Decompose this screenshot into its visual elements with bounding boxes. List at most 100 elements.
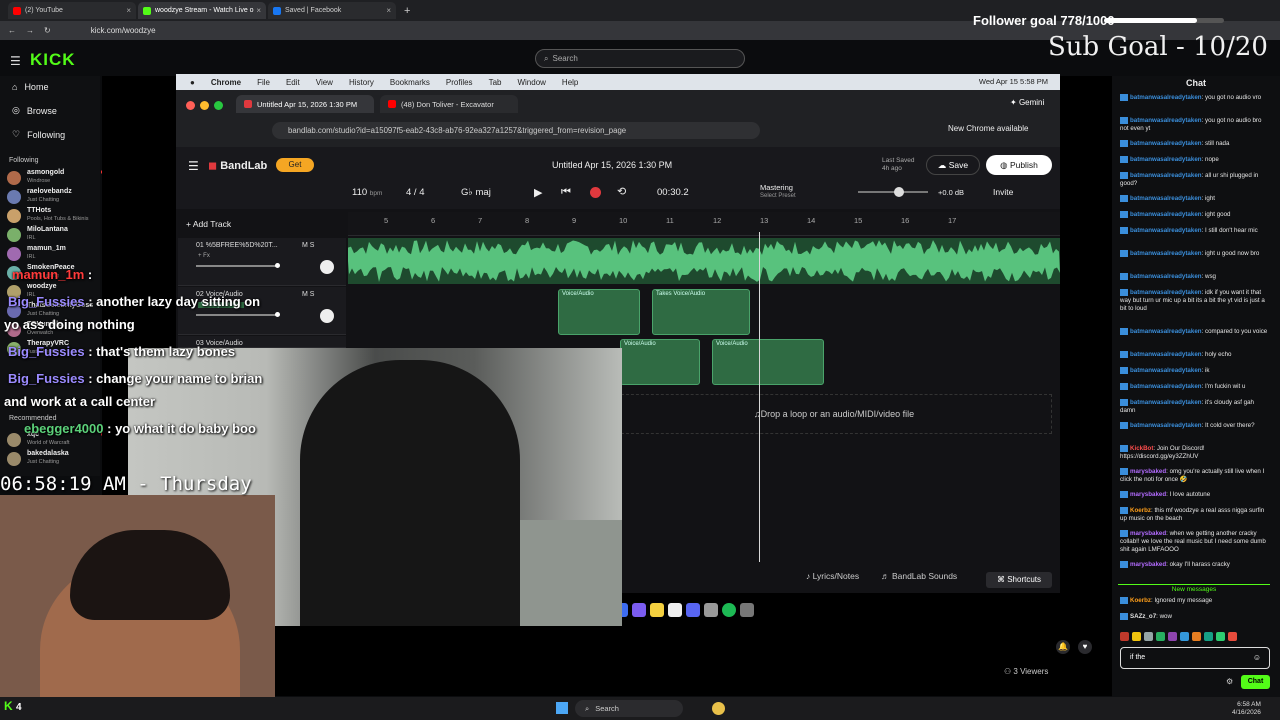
badge-icon: [1120, 250, 1128, 257]
overlay-chat-line: ebegger4000 : yo what it do baby boo: [24, 421, 256, 436]
emote-icon[interactable]: [1132, 632, 1141, 641]
browser-tab-facebook[interactable]: Saved | Facebook ×: [268, 2, 396, 19]
search-input[interactable]: ⌕ Search: [535, 49, 745, 68]
reload-icon[interactable]: ↻: [44, 26, 51, 35]
chat-message: Koerbz: this mf woodzye a real asss nigg…: [1120, 507, 1265, 523]
chat-message: marysbaked: okay I'll harass cracky: [1120, 561, 1270, 569]
chat-message: batmanwasalreadytaken: ight good: [1120, 211, 1270, 219]
badge-icon: [1120, 367, 1128, 374]
play-icon: ▶: [534, 187, 543, 199]
emoji-icon[interactable]: ☺: [1253, 653, 1261, 662]
audio-clip: Voice/Audio: [712, 339, 824, 385]
chrome-taskbar-icon[interactable]: [712, 702, 725, 715]
chat-message: batmanwasalreadytaken: ik: [1120, 367, 1270, 375]
gear-icon[interactable]: ⚙: [1226, 677, 1233, 686]
menu-edit: Edit: [285, 77, 300, 87]
follower-goal: Follower goal 778/1000: [973, 13, 1115, 28]
gain-value: +0.0 dB: [938, 188, 965, 197]
chat-message: batmanwasalreadytaken: wsg: [1120, 273, 1270, 281]
ruler-tick: 5: [384, 216, 389, 225]
avatar: [7, 247, 21, 261]
close-icon[interactable]: ×: [126, 6, 131, 15]
emote-icon[interactable]: [1156, 632, 1165, 641]
bpm-value: 110 bpm: [352, 187, 383, 198]
facebook-icon: [273, 6, 281, 15]
inner-tab-bandlab: Untitled Apr 15, 2026 1:30 PM: [236, 95, 374, 113]
avatar: [7, 228, 21, 242]
chat-input[interactable]: if the ☺: [1120, 647, 1270, 669]
viewer-count: ⚇ 3 Viewers: [1004, 667, 1049, 676]
cloud-icon: ☁: [937, 160, 949, 170]
forward-icon[interactable]: →: [26, 26, 34, 35]
badge-icon: [1120, 289, 1128, 296]
close-icon[interactable]: ×: [386, 6, 391, 15]
skip-back-icon: ⏮: [561, 186, 571, 198]
new-tab-button[interactable]: +: [404, 5, 410, 17]
badge-icon: [1120, 468, 1128, 475]
browser-tab-kick[interactable]: woodzye Stream - Watch Live o ×: [138, 2, 266, 19]
back-icon[interactable]: ←: [8, 26, 16, 35]
badge-icon: [1120, 561, 1128, 568]
drop-zone: ♫ Drop a loop or an audio/MIDI/video fil…: [616, 394, 1052, 434]
avatar: [7, 433, 21, 447]
hamburger-icon[interactable]: ☰: [10, 54, 21, 68]
menu-history: History: [348, 77, 374, 87]
nav-home[interactable]: ⌂ Home: [12, 82, 48, 92]
badge-icon: [1120, 399, 1128, 406]
discord-icon: [686, 603, 700, 617]
taskbar-search[interactable]: ⌕ Search: [575, 700, 683, 717]
emote-icon[interactable]: [1180, 632, 1189, 641]
emote-icon[interactable]: [1120, 632, 1129, 641]
bandlab-bottom-bar: ♪ Lyrics/Notes ♬ BandLab Sounds: [806, 571, 957, 581]
chat-message: marysbaked: I love autotune: [1120, 491, 1270, 499]
badge-icon: [1120, 530, 1128, 537]
url-field[interactable]: kick.com/woodzye: [91, 26, 156, 35]
ruler-tick: 11: [666, 216, 674, 225]
app-icon: [632, 603, 646, 617]
emote-icon[interactable]: [1144, 632, 1153, 641]
add-track-button: + Add Track: [186, 219, 232, 229]
overlay-clock: 06:58:19 AM - Thursday: [0, 473, 252, 495]
chat-message: batmanwasalreadytaken: you got no audio …: [1120, 117, 1262, 133]
settings-icon: [704, 603, 718, 617]
emote-icon[interactable]: [1216, 632, 1225, 641]
menu-help: Help: [561, 77, 579, 87]
ruler-tick: 7: [478, 216, 483, 225]
bandlab-icon: [244, 100, 252, 108]
close-icon[interactable]: ×: [256, 6, 261, 15]
windows-start-icon[interactable]: [556, 702, 568, 714]
kick-logo[interactable]: KICK: [30, 50, 76, 70]
menu-bookmarks: Bookmarks: [389, 77, 430, 87]
nav-following[interactable]: ♡ Following: [12, 129, 65, 140]
badge-icon: [1120, 383, 1128, 390]
compass-icon: ◎: [12, 105, 20, 115]
chat-message: batmanwasalreadytaken: compared to you v…: [1120, 328, 1270, 336]
lyrics-notes-button: ♪ Lyrics/Notes: [806, 571, 860, 581]
command-icon: ⌘: [996, 575, 1008, 584]
chat-message: marysbaked: omg you're actually still li…: [1120, 468, 1265, 484]
kick-icon: [143, 6, 151, 15]
badge-icon: [1120, 156, 1128, 163]
waveform-graphic: [348, 240, 1060, 282]
nav-browse[interactable]: ◎ Browse: [12, 105, 57, 116]
mac-menubar: ● Chrome File Edit View History Bookmark…: [176, 74, 1060, 90]
ruler-tick: 17: [948, 216, 957, 225]
emote-icon[interactable]: [1228, 632, 1237, 641]
avatar: [7, 209, 21, 223]
track-volume-slider: [196, 263, 280, 268]
apple-icon: ●: [190, 77, 195, 87]
ruler-tick: 8: [525, 216, 530, 225]
emote-icon[interactable]: [1204, 632, 1213, 641]
new-chrome-notice: New Chrome available: [948, 124, 1029, 133]
heart-button[interactable]: ♥: [1078, 640, 1092, 654]
emote-icon[interactable]: [1168, 632, 1177, 641]
sub-goal: Sub Goal - 10/20: [1048, 32, 1268, 62]
avatar: [7, 171, 21, 185]
bell-icon[interactable]: 🔔: [1056, 640, 1070, 654]
send-chat-button[interactable]: Chat: [1241, 675, 1270, 689]
emote-icon[interactable]: [1192, 632, 1201, 641]
browser-tab-youtube[interactable]: (2) YouTube ×: [8, 2, 136, 19]
bandlab-logo: ◼ BandLab: [208, 160, 268, 172]
new-messages-divider[interactable]: New messages: [1118, 584, 1270, 593]
menu-view: View: [315, 77, 333, 87]
